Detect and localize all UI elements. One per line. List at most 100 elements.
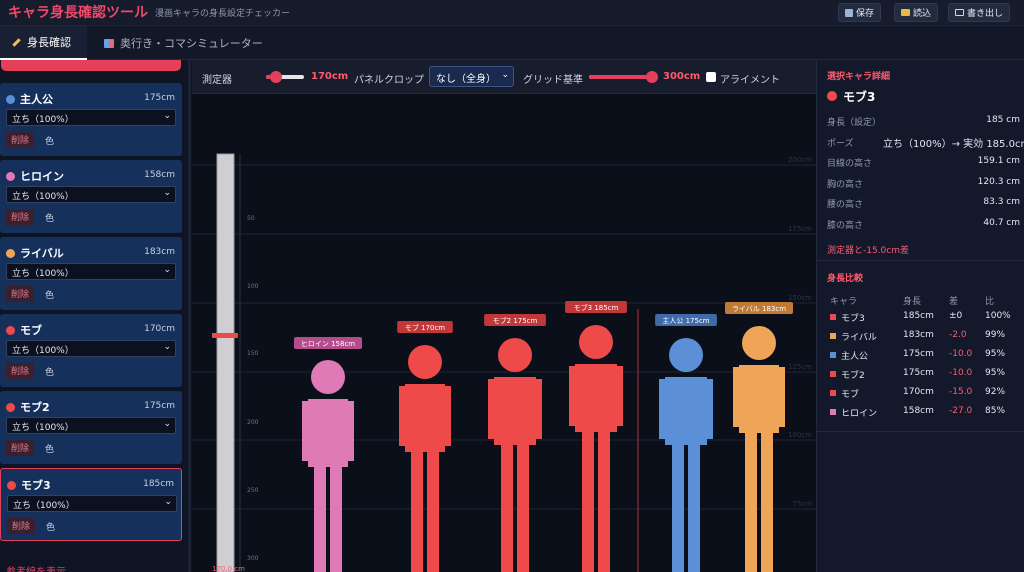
save-button[interactable]: 保存 xyxy=(838,3,882,22)
comparison-height: 175cm xyxy=(903,349,934,359)
tab-bar: 身長確認 奥行き・コマシミュレーター xyxy=(0,26,1024,60)
character-sidebar: 主人公 175cm 立ち（100%） ⌄ 削除色ヒロイン 158cm 立ち（100%） ⌄ 削除… xyxy=(0,60,188,572)
detail-heading: 選択キャラ詳細 xyxy=(827,72,891,82)
add-character-button[interactable] xyxy=(1,60,181,71)
detail-label-knee: 膝の高さ xyxy=(827,221,864,231)
color-picker-label[interactable]: 色 xyxy=(45,134,54,147)
figure-head xyxy=(408,345,442,379)
panel-crop-selected: なし（全身） xyxy=(436,74,496,85)
panel-crop-label: パネルクロップ xyxy=(354,75,424,86)
character-color-dot xyxy=(7,481,16,490)
comparison-col-ratio: 比 xyxy=(985,297,995,307)
figure-label: モブ2 175cm xyxy=(493,316,538,325)
figure-left-arm xyxy=(302,401,310,461)
color-picker-label[interactable]: 色 xyxy=(45,211,54,224)
character-color-dot xyxy=(6,326,15,335)
detail-label-waist: 腰の高さ xyxy=(827,200,864,210)
ruler-value: 170cm xyxy=(311,71,349,82)
comparison-ratio: 92% xyxy=(985,387,1006,397)
pose-selected: 立ち（100%） xyxy=(12,346,74,356)
color-picker-label[interactable]: 色 xyxy=(45,365,54,378)
figure-left-leg xyxy=(314,467,326,572)
save-button-label: 保存 xyxy=(856,9,875,19)
chevron-down-icon: ⌄ xyxy=(163,111,171,121)
stage-canvas: 200cm 175cm 150cm 125cm 100cm 75cm 50 100 150 200… xyxy=(192,153,816,572)
tab-height-check[interactable]: 身長確認 xyxy=(0,26,87,60)
figure-right-leg xyxy=(517,445,529,572)
pencil-icon xyxy=(12,37,21,47)
figure-left-arm xyxy=(488,379,496,439)
figure-left-arm xyxy=(399,386,407,446)
grid-base-slider[interactable] xyxy=(589,71,658,83)
figure-right-arm xyxy=(534,379,542,439)
chevron-down-icon: ⌄ xyxy=(163,419,171,429)
pose-select[interactable]: 立ち（100%） ⌄ xyxy=(7,495,177,512)
comparison-row: モブ 170cm -15.0 92% xyxy=(817,384,1024,403)
ruler-tick-label: 300 xyxy=(247,555,259,562)
character-name: モブ xyxy=(20,324,42,337)
pose-select[interactable]: 立ち（100%） ⌄ xyxy=(6,186,176,203)
comparison-name: モブ xyxy=(841,390,860,400)
character-card[interactable]: モブ 170cm 立ち（100%） ⌄ 削除色 xyxy=(0,314,182,387)
chevron-down-icon: ⌄ xyxy=(164,497,172,507)
ruler-tick-label: 250 xyxy=(247,487,259,494)
color-picker-label[interactable]: 色 xyxy=(46,520,55,533)
figure-right-leg xyxy=(688,445,700,572)
detail-label-eye: 目線の高さ xyxy=(827,159,873,169)
character-card[interactable]: ライバル 183cm 立ち（100%） ⌄ 削除色 xyxy=(0,237,182,310)
delete-button[interactable]: 削除 xyxy=(7,518,36,534)
detail-color-dot xyxy=(827,91,837,101)
ruler-slider[interactable] xyxy=(266,71,304,83)
pose-select[interactable]: 立ち（100%） ⌄ xyxy=(6,417,176,434)
comparison-color-swatch xyxy=(830,333,836,339)
pose-select[interactable]: 立ち（100%） ⌄ xyxy=(6,109,176,126)
delete-button[interactable]: 削除 xyxy=(6,363,35,379)
ruler-slider-knob[interactable] xyxy=(269,71,282,83)
character-card[interactable]: 主人公 175cm 立ち（100%） ⌄ 削除色 xyxy=(0,83,182,156)
alignment-checkbox[interactable] xyxy=(706,72,716,82)
character-color-dot xyxy=(6,95,15,104)
ruler-label: 測定器 xyxy=(202,75,232,86)
sidebar-scrollbar[interactable] xyxy=(188,60,191,572)
export-button[interactable]: 書き出し xyxy=(948,3,1011,22)
figure-label: モブ3 185cm xyxy=(574,303,619,312)
character-name: モブ2 xyxy=(20,401,50,414)
character-card[interactable]: ヒロイン 158cm 立ち（100%） ⌄ 削除色 xyxy=(0,160,182,233)
comparison-name: ライバル xyxy=(841,333,877,343)
character-card[interactable]: モブ2 175cm 立ち（100%） ⌄ 削除色 xyxy=(0,391,182,464)
comparison-row: モブ3 185cm ±0 100% xyxy=(817,308,1024,327)
panel-divider-bottom xyxy=(817,431,1024,432)
color-picker-label[interactable]: 色 xyxy=(45,288,54,301)
figure-label: ヒロイン 158cm xyxy=(301,340,355,348)
character-color-dot xyxy=(6,172,15,181)
delete-button[interactable]: 削除 xyxy=(6,132,35,148)
delete-button[interactable]: 削除 xyxy=(6,286,35,302)
figure-torso xyxy=(739,365,779,433)
image-icon xyxy=(955,9,964,16)
color-picker-label[interactable]: 色 xyxy=(45,442,54,455)
figure-torso xyxy=(405,384,445,452)
ruler-readout: 170.0 cm xyxy=(212,565,245,572)
tab-depth-simulator[interactable]: 奥行き・コマシミュレーター xyxy=(92,26,275,60)
show-reference-lines-link[interactable]: 参考線を表示 xyxy=(6,563,66,572)
pose-select[interactable]: 立ち（100%） ⌄ xyxy=(6,340,176,357)
delete-button[interactable]: 削除 xyxy=(6,209,35,225)
app-subtitle: 漫画キャラの身長設定チェッカー xyxy=(155,9,291,19)
figure-right-arm xyxy=(705,379,713,439)
grid-label: 75cm xyxy=(792,500,812,508)
pose-select[interactable]: 立ち（100%） ⌄ xyxy=(6,263,176,280)
grid-slider-fill xyxy=(589,75,652,79)
load-button-label: 読込 xyxy=(913,9,932,19)
panel-crop-select[interactable]: なし（全身） ⌄ xyxy=(429,66,514,87)
character-card[interactable]: モブ3 185cm 立ち（100%） ⌄ 削除色 xyxy=(0,468,182,541)
load-button[interactable]: 読込 xyxy=(894,3,939,22)
grid-base-label: グリッド基準 xyxy=(523,75,583,86)
figure-head xyxy=(742,326,776,360)
delete-button[interactable]: 削除 xyxy=(6,440,35,456)
figure-right-arm xyxy=(443,386,451,446)
pose-selected: 立ち（100%） xyxy=(12,423,74,433)
comparison-col-character: キャラ xyxy=(830,297,858,307)
comparison-name: ヒロイン xyxy=(841,409,878,419)
grid-slider-knob[interactable] xyxy=(645,71,658,83)
control-bar: 測定器 170cm パネルクロップ なし（全身） ⌄ グリッド基準 300cm … xyxy=(192,60,816,94)
